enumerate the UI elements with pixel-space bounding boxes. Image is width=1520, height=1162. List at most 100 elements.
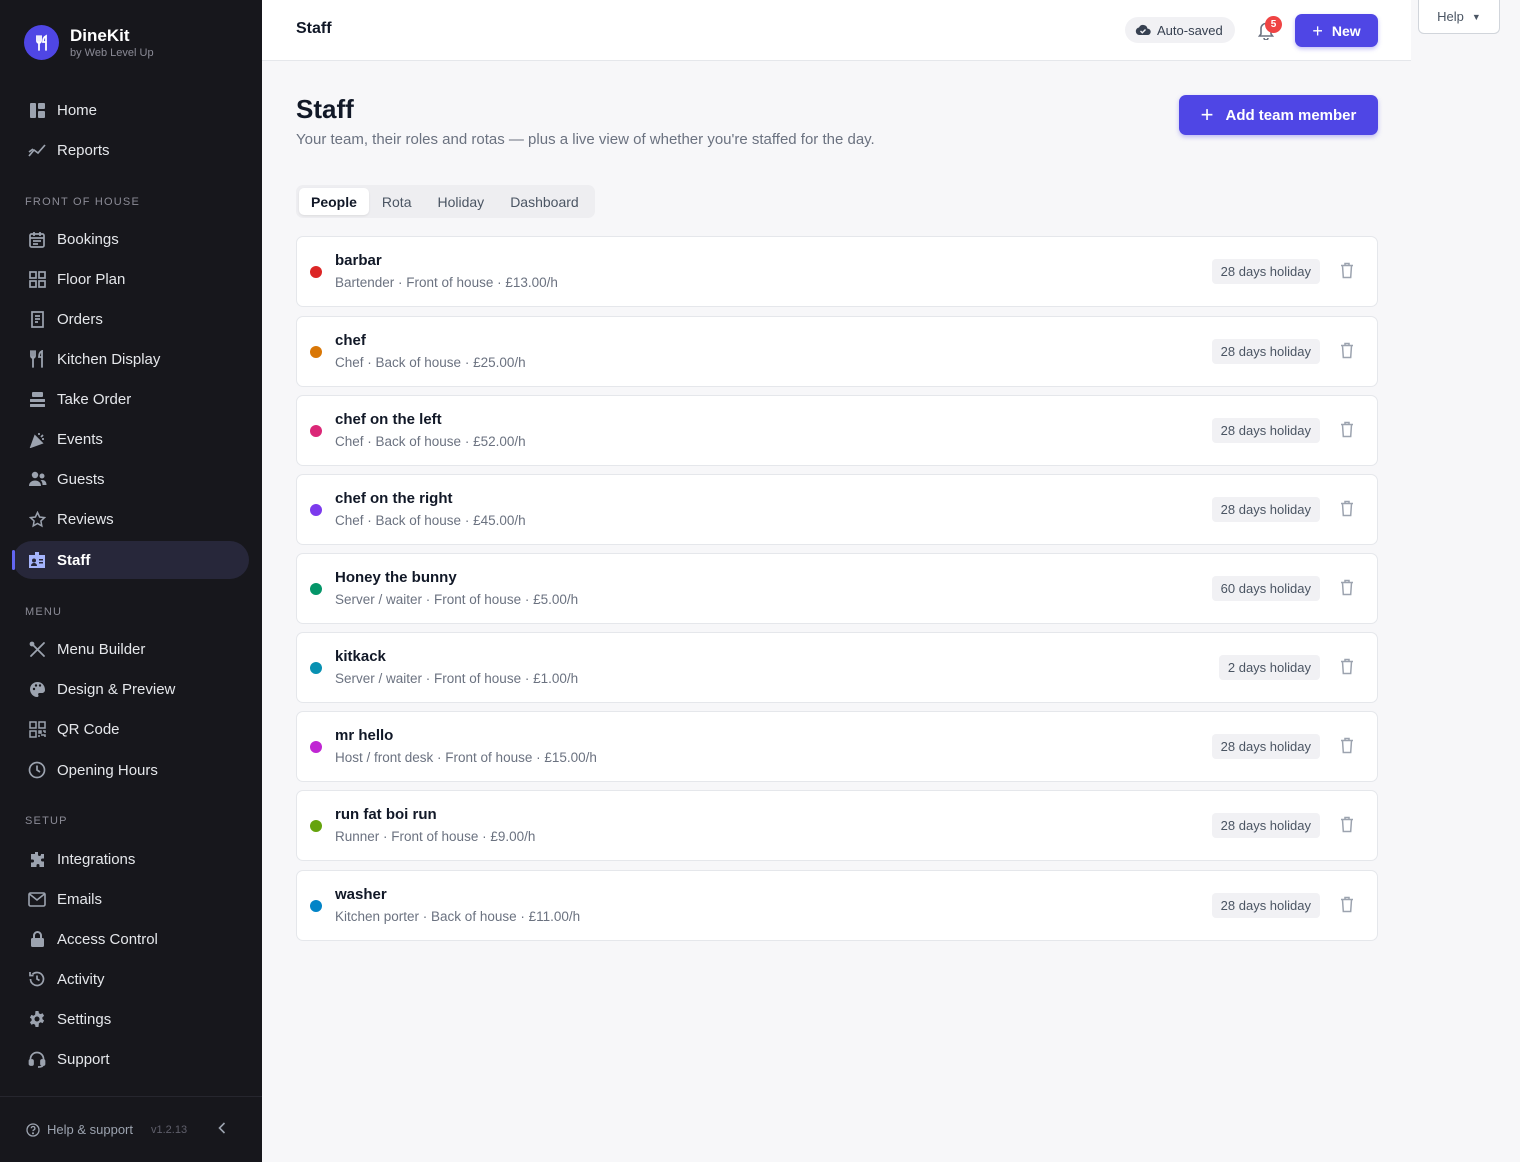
staff-meta: Server / waiter · Front of house · £1.00… — [335, 671, 579, 686]
headset-icon — [27, 1049, 47, 1069]
tab-bar: People Rota Holiday Dashboard — [296, 185, 595, 218]
autosaved-status: Auto-saved — [1125, 17, 1235, 43]
sidebar-item-support[interactable]: Support — [13, 1040, 249, 1078]
staff-meta: Chef · Back of house · £25.00/h — [335, 355, 526, 370]
new-button[interactable]: + New — [1295, 14, 1378, 47]
staff-meta: Chef · Back of house · £45.00/h — [335, 513, 526, 528]
sidebar-item-label: Reports — [57, 141, 110, 159]
floorplan-icon — [27, 269, 47, 289]
sidebar-item-floor-plan[interactable]: Floor Plan — [13, 260, 249, 298]
sidebar-item-take-order[interactable]: Take Order — [13, 380, 249, 418]
sidebar-item-reviews[interactable]: Reviews — [13, 500, 249, 538]
sidebar-item-label: QR Code — [57, 720, 120, 738]
staff-row[interactable]: barbar Bartender · Front of house · £13.… — [296, 236, 1378, 307]
tab-dashboard[interactable]: Dashboard — [497, 188, 592, 215]
tools-icon — [27, 639, 47, 659]
sidebar-item-kitchen-display[interactable]: Kitchen Display — [13, 340, 249, 378]
star-icon — [27, 509, 47, 529]
trash-icon[interactable] — [1340, 816, 1356, 834]
cutlery-icon — [27, 349, 47, 369]
sidebar-item-label: Bookings — [57, 230, 119, 248]
brand[interactable]: DineKit by Web Level Up — [24, 25, 154, 60]
brand-name: DineKit — [70, 25, 130, 45]
trash-icon[interactable] — [1340, 658, 1356, 676]
sidebar-item-opening-hours[interactable]: Opening Hours — [13, 751, 249, 789]
staff-name: kitkack — [335, 648, 386, 665]
staff-color-dot — [310, 504, 322, 516]
badge-icon — [27, 550, 47, 570]
staff-color-dot — [310, 662, 322, 674]
sidebar-item-qr-code[interactable]: QR Code — [13, 710, 249, 748]
sidebar-item-home[interactable]: Home — [13, 91, 249, 129]
staff-name: chef — [335, 332, 366, 349]
history-icon — [27, 969, 47, 989]
sidebar-item-label: Reviews — [57, 510, 114, 528]
staff-row[interactable]: washer Kitchen porter · Back of house · … — [296, 870, 1378, 941]
sidebar-item-events[interactable]: Events — [13, 420, 249, 458]
staff-row[interactable]: mr hello Host / front desk · Front of ho… — [296, 711, 1378, 782]
cutlery-logo-icon — [24, 25, 59, 60]
trash-icon[interactable] — [1340, 421, 1356, 439]
palette-icon — [27, 679, 47, 699]
trash-icon[interactable] — [1340, 896, 1356, 914]
sidebar-item-label: Staff — [57, 551, 91, 569]
staff-name: barbar — [335, 252, 382, 269]
staff-color-dot — [310, 820, 322, 832]
trash-icon[interactable] — [1340, 737, 1356, 755]
staff-color-dot — [310, 741, 322, 753]
collapse-sidebar-icon[interactable] — [218, 1121, 226, 1137]
tab-rota[interactable]: Rota — [369, 188, 425, 215]
lock-icon — [27, 929, 47, 949]
sidebar-item-design-preview[interactable]: Design & Preview — [13, 670, 249, 708]
holiday-badge: 28 days holiday — [1211, 339, 1320, 364]
version-label: v1.2.13 — [151, 1123, 188, 1136]
sidebar-item-emails[interactable]: Emails — [13, 880, 249, 918]
staff-meta: Chef · Back of house · £52.00/h — [335, 434, 526, 449]
sidebar-item-access-control[interactable]: Access Control — [13, 920, 249, 958]
staff-name: mr hello — [335, 727, 394, 744]
calendar-icon — [27, 229, 47, 249]
sidebar-item-activity[interactable]: Activity — [13, 960, 249, 998]
sidebar-item-label: Design & Preview — [57, 680, 176, 698]
sidebar: DineKit by Web Level Up Home Reports FRO… — [0, 0, 262, 1162]
plus-icon: + — [1312, 20, 1323, 41]
qr-icon — [27, 719, 47, 739]
sidebar-item-label: Opening Hours — [57, 761, 158, 779]
section-label-menu: MENU — [25, 606, 63, 618]
sidebar-item-integrations[interactable]: Integrations — [13, 840, 249, 878]
trash-icon[interactable] — [1340, 500, 1356, 518]
sidebar-item-settings[interactable]: Settings — [13, 1000, 249, 1038]
holiday-badge: 28 days holiday — [1211, 734, 1320, 759]
staff-row[interactable]: chef Chef · Back of house · £25.00/h 28 … — [296, 316, 1378, 387]
trash-icon[interactable] — [1340, 342, 1356, 360]
sidebar-item-label: Guests — [57, 470, 105, 488]
tab-people[interactable]: People — [299, 188, 369, 215]
trash-icon[interactable] — [1340, 262, 1356, 280]
sidebar-item-staff[interactable]: Staff — [12, 541, 249, 579]
sidebar-item-menu-builder[interactable]: Menu Builder — [13, 630, 249, 668]
sidebar-item-guests[interactable]: Guests — [13, 460, 249, 498]
staff-row[interactable]: Honey the bunny Server / waiter · Front … — [296, 553, 1378, 624]
tab-holiday[interactable]: Holiday — [424, 188, 497, 215]
add-team-member-label: Add team member — [1225, 106, 1357, 124]
holiday-badge: 28 days holiday — [1211, 497, 1320, 522]
sidebar-item-orders[interactable]: Orders — [13, 300, 249, 338]
help-support-link[interactable]: Help & support — [47, 1122, 133, 1137]
sidebar-item-reports[interactable]: Reports — [13, 131, 249, 169]
staff-row[interactable]: kitkack Server / waiter · Front of house… — [296, 632, 1378, 703]
holiday-badge: 2 days holiday — [1218, 655, 1320, 680]
staff-row[interactable]: run fat boi run Runner · Front of house … — [296, 790, 1378, 861]
sidebar-item-label: Kitchen Display — [57, 350, 161, 368]
add-team-member-button[interactable]: + Add team member — [1179, 95, 1378, 135]
autosaved-label: Auto-saved — [1157, 22, 1223, 38]
sidebar-item-bookings[interactable]: Bookings — [13, 220, 249, 258]
staff-color-dot — [310, 266, 322, 278]
staff-row[interactable]: chef on the right Chef · Back of house ·… — [296, 474, 1378, 545]
trash-icon[interactable] — [1340, 579, 1356, 597]
staff-color-dot — [310, 425, 322, 437]
sidebar-item-label: Take Order — [57, 390, 132, 408]
puzzle-icon — [27, 849, 47, 869]
help-dropdown[interactable]: Help ▼ — [1418, 0, 1500, 34]
staff-color-dot — [310, 583, 322, 595]
staff-row[interactable]: chef on the left Chef · Back of house · … — [296, 395, 1378, 466]
